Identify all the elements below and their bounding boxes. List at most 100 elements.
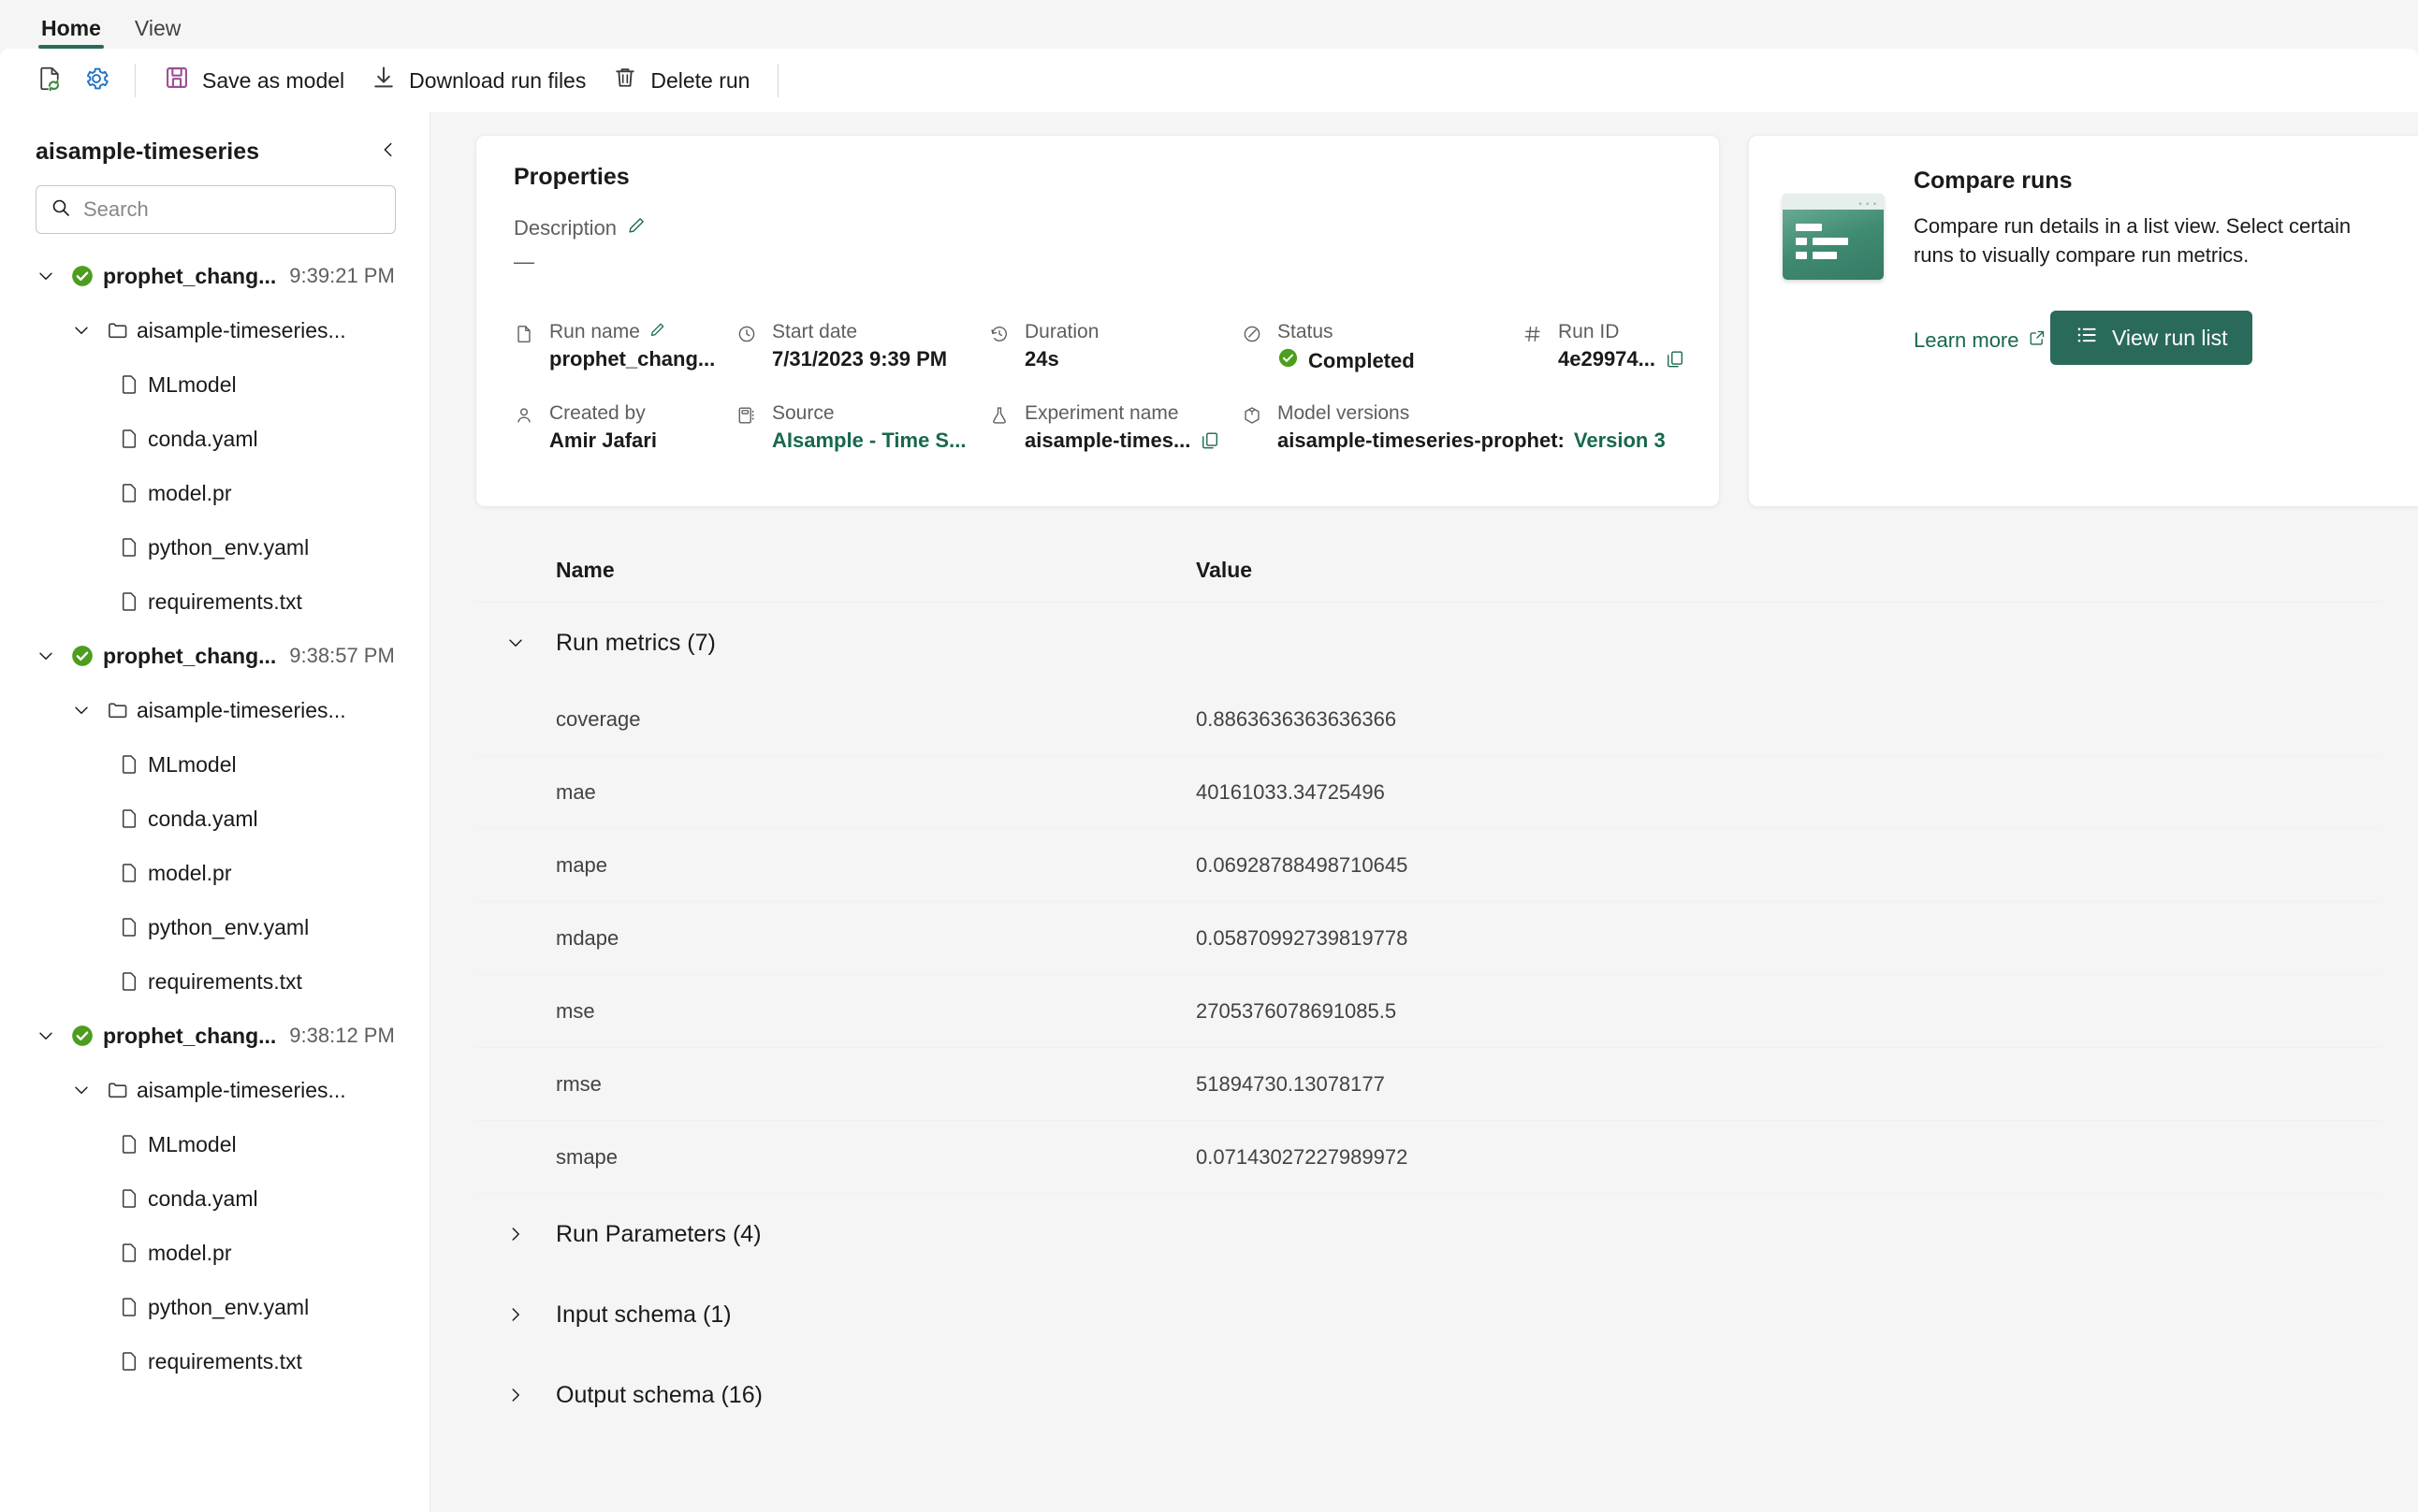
- table-group-title: Output schema (16): [556, 1381, 763, 1408]
- tree-folder-row[interactable]: aisample-timeseries...: [0, 683, 430, 737]
- table-row[interactable]: mae 40161033.34725496: [475, 756, 2381, 829]
- prop-run-name-value: prophet_chang...: [549, 347, 716, 371]
- learn-more-link[interactable]: Learn more: [1914, 328, 2047, 353]
- cube-icon: [1242, 402, 1266, 453]
- metric-name: rmse: [556, 1071, 602, 1096]
- tree-folder-row[interactable]: aisample-timeseries...: [0, 303, 430, 357]
- chevron-down-icon[interactable]: [475, 632, 556, 653]
- prop-run-name: Run name prophet_chang...: [514, 321, 736, 374]
- table-group-header[interactable]: Input schema (1): [475, 1274, 2381, 1355]
- tree-run-time: 9:38:57 PM: [289, 644, 395, 667]
- tree-file-row[interactable]: conda.yaml: [0, 792, 430, 846]
- copy-icon[interactable]: [1665, 349, 1685, 370]
- metric-name: mae: [556, 779, 596, 804]
- chevron-down-icon[interactable]: [64, 700, 99, 720]
- table-row[interactable]: rmse 51894730.13078177: [475, 1048, 2381, 1121]
- file-icon: [110, 482, 148, 504]
- tree-file-row[interactable]: conda.yaml: [0, 412, 430, 466]
- table-group-header[interactable]: Output schema (16): [475, 1355, 2381, 1435]
- table-row[interactable]: mape 0.06928788498710645: [475, 829, 2381, 902]
- chevron-left-icon: [378, 139, 399, 165]
- prop-duration-label: Duration: [1025, 321, 1100, 342]
- sidebar-collapse-button[interactable]: [371, 135, 405, 168]
- metrics-table: Name Value Run metrics (7) coverage 0.8863…: [475, 539, 2381, 1435]
- search-icon: [50, 196, 72, 224]
- tree-file-row[interactable]: python_env.yaml: [0, 1280, 430, 1334]
- delete-run-button[interactable]: Delete run: [599, 57, 763, 104]
- table-row[interactable]: mse 2705376078691085.5: [475, 975, 2381, 1048]
- metric-name: mse: [556, 998, 595, 1023]
- tree-file-row[interactable]: conda.yaml: [0, 1171, 430, 1226]
- hash-icon: [1522, 321, 1547, 374]
- refresh-document-button[interactable]: [26, 57, 73, 104]
- chevron-right-icon[interactable]: [475, 1304, 556, 1325]
- download-icon: [371, 65, 397, 96]
- tree-file-row[interactable]: MLmodel: [0, 357, 430, 412]
- metric-name: coverage: [556, 706, 641, 731]
- sidebar-search-wrap: [0, 182, 430, 249]
- view-run-list-button[interactable]: View run list: [2049, 311, 2252, 366]
- tree-file-row[interactable]: model.pr: [0, 846, 430, 900]
- prop-duration: Duration 24s: [989, 321, 1242, 374]
- top-cards-row: Properties Description — Run name prophe…: [475, 135, 2418, 507]
- tree-run-row[interactable]: prophet_chang... 9:38:12 PM: [0, 1009, 430, 1063]
- prop-source-value[interactable]: AIsample - Time S...: [772, 429, 966, 453]
- chevron-right-icon[interactable]: [475, 1224, 556, 1244]
- refresh-document-icon: [36, 65, 64, 97]
- folder-icon: [99, 318, 137, 342]
- tab-view[interactable]: View: [122, 14, 194, 49]
- tree-file-label: MLmodel: [148, 371, 237, 397]
- tree-file-row[interactable]: MLmodel: [0, 737, 430, 792]
- chevron-right-icon[interactable]: [475, 1385, 556, 1405]
- table-row[interactable]: coverage 0.8863636363636366: [475, 683, 2381, 756]
- table-row[interactable]: mdape 0.05870992739819778: [475, 902, 2381, 975]
- tree-file-row[interactable]: python_env.yaml: [0, 520, 430, 574]
- file-icon: [110, 1296, 148, 1318]
- metric-name: smape: [556, 1144, 619, 1169]
- table-group-header[interactable]: Run metrics (7): [475, 603, 2381, 683]
- tree-file-row[interactable]: python_env.yaml: [0, 900, 430, 954]
- document-icon: [514, 321, 538, 374]
- table-group-header[interactable]: Run Parameters (4): [475, 1194, 2381, 1274]
- tree-run-row[interactable]: prophet_chang... 9:38:57 PM: [0, 629, 430, 683]
- command-toolbar: Save as model Download run files Delete …: [0, 49, 2418, 112]
- prop-source-label: Source: [772, 402, 835, 424]
- tree-file-row[interactable]: MLmodel: [0, 1117, 430, 1171]
- chevron-down-icon[interactable]: [28, 646, 64, 666]
- metric-value: 0.05870992739819778: [1196, 925, 1408, 950]
- tree-run-label: prophet_chang...: [103, 1023, 277, 1048]
- tree-run-label: prophet_chang...: [103, 263, 277, 288]
- copy-icon[interactable]: [1200, 430, 1220, 451]
- folder-icon: [99, 698, 137, 722]
- chevron-down-icon[interactable]: [28, 266, 64, 286]
- search-box[interactable]: [36, 185, 396, 234]
- chevron-down-icon[interactable]: [64, 1080, 99, 1100]
- table-row[interactable]: smape 0.07143027227989972: [475, 1121, 2381, 1194]
- file-icon: [110, 862, 148, 884]
- tree-folder-label: aisample-timeseries...: [137, 317, 346, 342]
- tree-file-row[interactable]: requirements.txt: [0, 574, 430, 629]
- pencil-icon[interactable]: [648, 321, 666, 343]
- model-version-link[interactable]: Version 3: [1574, 429, 1666, 453]
- person-icon: [514, 402, 538, 453]
- tree-file-row[interactable]: model.pr: [0, 1226, 430, 1280]
- table-header-row: Name Value: [475, 539, 2381, 603]
- tree-file-label: model.pr: [148, 1240, 232, 1265]
- chevron-down-icon[interactable]: [64, 320, 99, 341]
- main-content: Properties Description — Run name prophe…: [430, 112, 2418, 1512]
- table-group-title: Input schema (1): [556, 1301, 732, 1328]
- file-icon: [110, 1242, 148, 1264]
- tree-file-row[interactable]: requirements.txt: [0, 1334, 430, 1388]
- save-as-model-button[interactable]: Save as model: [151, 57, 357, 104]
- tree-file-row[interactable]: requirements.txt: [0, 954, 430, 1009]
- sidebar-title: aisample-timeseries: [36, 138, 260, 165]
- tree-folder-row[interactable]: aisample-timeseries...: [0, 1063, 430, 1117]
- pencil-icon[interactable]: [626, 215, 647, 240]
- chevron-down-icon[interactable]: [28, 1025, 64, 1046]
- settings-button[interactable]: [73, 57, 120, 104]
- tree-file-row[interactable]: model.pr: [0, 466, 430, 520]
- download-run-files-button[interactable]: Download run files: [357, 57, 599, 104]
- tab-home[interactable]: Home: [28, 14, 114, 49]
- tree-run-row[interactable]: prophet_chang... 9:39:21 PM: [0, 249, 430, 303]
- search-input[interactable]: [83, 197, 382, 222]
